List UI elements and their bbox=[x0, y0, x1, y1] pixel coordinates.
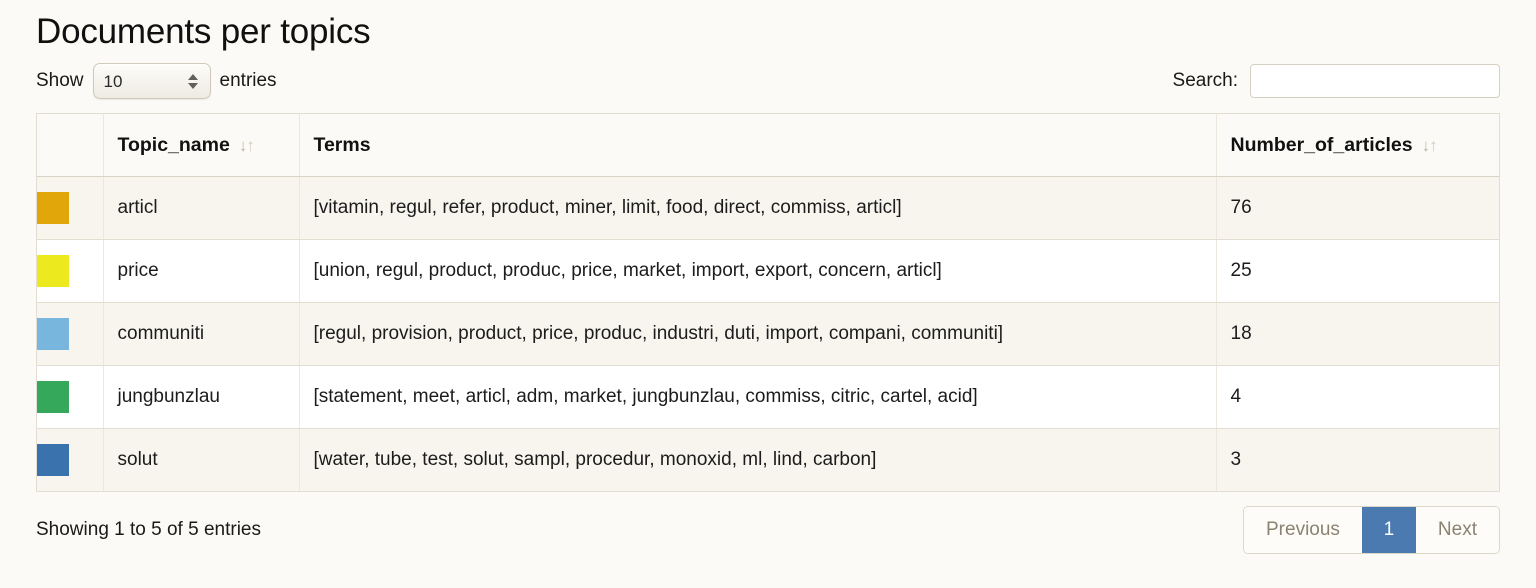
terms-cell: [statement, meet, articl, adm, market, j… bbox=[299, 365, 1217, 429]
number-of-articles-cell: 3 bbox=[1216, 428, 1499, 492]
column-header-swatch bbox=[37, 114, 104, 177]
sort-arrows-icon: ↓ ↑ bbox=[1421, 135, 1438, 155]
topic-color-cell bbox=[37, 302, 104, 366]
show-entries-label-prefix: Show bbox=[36, 70, 84, 91]
column-header-terms-label: Terms bbox=[313, 133, 371, 156]
page-length-select[interactable]: 10 bbox=[92, 63, 211, 99]
pagination-previous-button[interactable]: Previous bbox=[1244, 507, 1362, 553]
table-header-row: Topic_name ↓ ↑ Terms Number_of_articles ↓… bbox=[37, 114, 1499, 177]
topics-table: Topic_name ↓ ↑ Terms Number_of_articles ↓… bbox=[37, 114, 1499, 492]
topic-color-swatch bbox=[37, 255, 69, 287]
topic-name-cell: price bbox=[103, 239, 300, 303]
topic-color-swatch bbox=[37, 381, 69, 413]
topic-color-swatch bbox=[37, 444, 69, 476]
table-body: articl [vitamin, regul, refer, product, m… bbox=[37, 176, 1499, 492]
page-length-value: 10 bbox=[103, 71, 123, 91]
topic-color-swatch bbox=[37, 318, 69, 350]
terms-cell: [union, regul, product, produc, price, m… bbox=[299, 239, 1217, 303]
topic-name-cell: articl bbox=[103, 176, 300, 240]
column-header-number-of-articles[interactable]: Number_of_articles ↓ ↑ bbox=[1216, 114, 1499, 177]
number-of-articles-cell: 18 bbox=[1216, 302, 1499, 366]
table-footer: Showing 1 to 5 of 5 entries Previous 1 N… bbox=[36, 506, 1500, 554]
page-title: Documents per topics bbox=[36, 12, 371, 51]
pagination-page-1-button[interactable]: 1 bbox=[1361, 507, 1416, 553]
terms-cell: [regul, provision, product, price, produ… bbox=[299, 302, 1217, 366]
number-of-articles-cell: 76 bbox=[1216, 176, 1499, 240]
column-header-topic-name[interactable]: Topic_name ↓ ↑ bbox=[103, 114, 300, 177]
topic-name-cell: jungbunzlau bbox=[103, 365, 300, 429]
table-row: communiti [regul, provision, product, pri… bbox=[37, 302, 1499, 366]
pagination-next-button[interactable]: Next bbox=[1415, 507, 1499, 553]
table-header: Topic_name ↓ ↑ Terms Number_of_articles ↓… bbox=[37, 114, 1499, 177]
number-of-articles-cell: 4 bbox=[1216, 365, 1499, 429]
entries-info: Showing 1 to 5 of 5 entries bbox=[36, 519, 261, 540]
terms-cell: [vitamin, regul, refer, product, miner, … bbox=[299, 176, 1217, 240]
topic-name-cell: communiti bbox=[103, 302, 300, 366]
page-length-control: Show 10 entries bbox=[36, 63, 277, 99]
number-of-articles-cell: 25 bbox=[1216, 239, 1499, 303]
chevron-updown-icon bbox=[187, 73, 198, 89]
table-row: jungbunzlau [statement, meet, articl, adm… bbox=[37, 365, 1499, 429]
sort-arrows-icon: ↓ ↑ bbox=[238, 135, 255, 155]
search-input[interactable] bbox=[1250, 64, 1500, 98]
column-header-terms[interactable]: Terms bbox=[299, 114, 1217, 177]
table-row: articl [vitamin, regul, refer, product, m… bbox=[37, 176, 1499, 240]
search-control: Search: bbox=[1173, 64, 1500, 98]
table-row: price [union, regul, product, produc, pri… bbox=[37, 239, 1499, 303]
pagination: Previous 1 Next bbox=[1243, 506, 1500, 554]
table-row: solut [water, tube, test, solut, sampl, p… bbox=[37, 428, 1499, 492]
topic-name-cell: solut bbox=[103, 428, 300, 492]
topic-color-cell bbox=[37, 428, 104, 492]
topic-color-swatch bbox=[37, 192, 69, 224]
documents-per-topics-widget: Documents per topics Show 10 entries Sea… bbox=[0, 0, 1536, 588]
show-entries-label-suffix: entries bbox=[219, 70, 277, 91]
table-controls: Show 10 entries Search: bbox=[36, 61, 1500, 101]
topic-color-cell bbox=[37, 239, 104, 303]
topic-color-cell bbox=[37, 365, 104, 429]
column-header-number-of-articles-label: Number_of_articles bbox=[1230, 133, 1413, 156]
topic-color-cell bbox=[37, 176, 104, 240]
search-label: Search: bbox=[1172, 70, 1238, 91]
column-header-topic-name-label: Topic_name bbox=[117, 133, 230, 156]
terms-cell: [water, tube, test, solut, sampl, proced… bbox=[299, 428, 1217, 492]
topics-table-container: Topic_name ↓ ↑ Terms Number_of_articles ↓… bbox=[36, 113, 1500, 492]
